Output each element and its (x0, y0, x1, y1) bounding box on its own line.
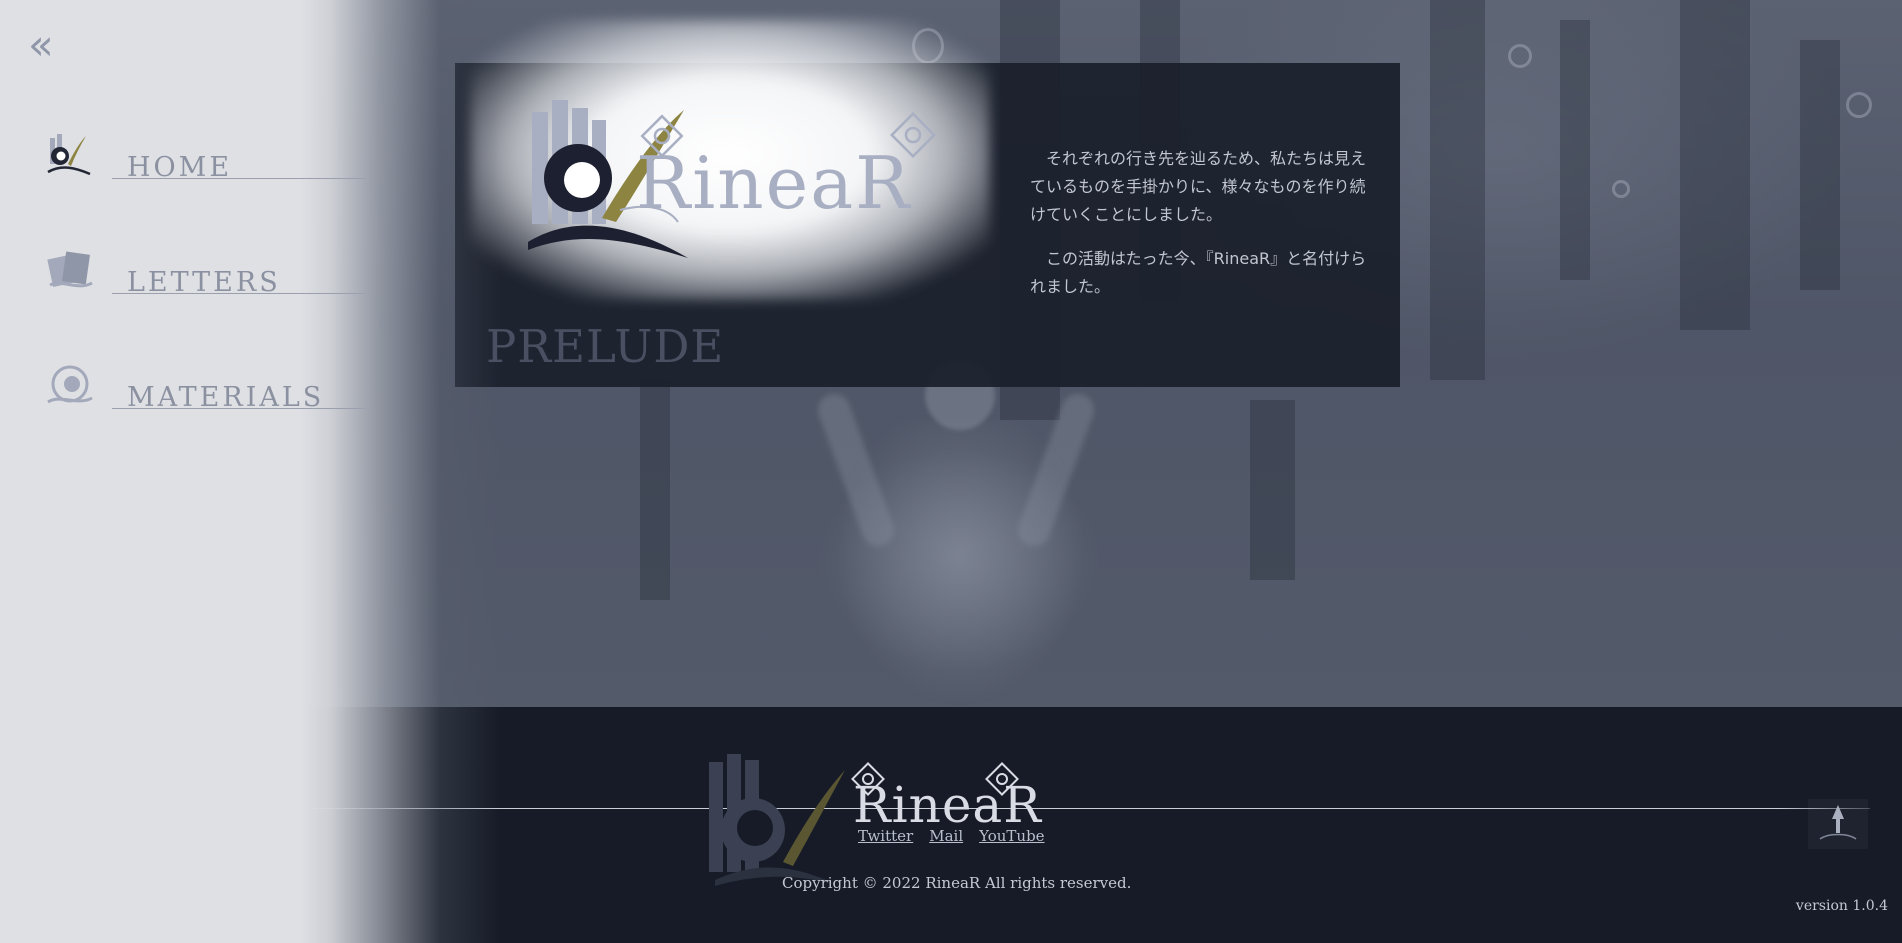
nav-underline (112, 408, 366, 409)
intro-paragraph: この活動はたった今、『RineaR』と名付けられました。 (1030, 249, 1367, 296)
background-stripe (1560, 20, 1590, 280)
logo-moon-inner (564, 162, 600, 198)
intro-text: それぞれの行き先を辿るため、私たちは見えているものを手掛かりに、様々なものを作り… (1030, 145, 1370, 317)
letters-icon (47, 251, 93, 288)
footer-links: Twitter Mail YouTube (858, 827, 1045, 845)
background-bubble (1612, 180, 1630, 198)
intro-paragraph: それぞれの行き先を辿るため、私たちは見えているものを手掛かりに、様々なものを作り… (1030, 149, 1367, 224)
youtube-link[interactable]: YouTube (979, 827, 1044, 845)
section-title: PRELUDE (486, 320, 725, 373)
background-stripe (1430, 0, 1485, 380)
footer-logo-text: RineaR (853, 776, 1042, 834)
materials-icon (47, 365, 93, 404)
double-chevron-left-icon[interactable]: « (28, 24, 78, 69)
background-stripe (1800, 40, 1840, 290)
logo-pillar (709, 762, 723, 872)
logo-feather (783, 770, 845, 866)
hero-logo-text: RineaR (636, 141, 911, 225)
logo-moon-inner (737, 810, 773, 846)
background-bubble (1508, 44, 1532, 68)
sidebar-item-materials[interactable]: MATERIALS (46, 362, 366, 418)
mail-link[interactable]: Mail (929, 827, 963, 845)
nav-underline (112, 178, 366, 179)
background-bubble (1846, 92, 1872, 118)
version-text: version 1.0.4 (1795, 898, 1888, 914)
hero-logo: RineaR (528, 100, 936, 258)
sidebar-item-home[interactable]: HOME (46, 132, 366, 188)
home-logo-icon (47, 134, 91, 176)
sidebar: « HOME LETTERS MATERIALS (0, 0, 500, 943)
back-to-top-arrow-icon[interactable] (1808, 799, 1868, 849)
twitter-link[interactable]: Twitter (858, 827, 913, 845)
footer-logo: RineaR (709, 754, 1042, 886)
logo-wave (528, 225, 688, 258)
sidebar-item-letters[interactable]: LETTERS (46, 247, 366, 303)
background-stripe (1680, 0, 1750, 330)
background-stripe (1250, 400, 1295, 580)
background-stripe (640, 380, 670, 600)
nav-underline (112, 293, 366, 294)
copyright-text: Copyright © 2022 RineaR All rights reser… (782, 874, 1132, 892)
